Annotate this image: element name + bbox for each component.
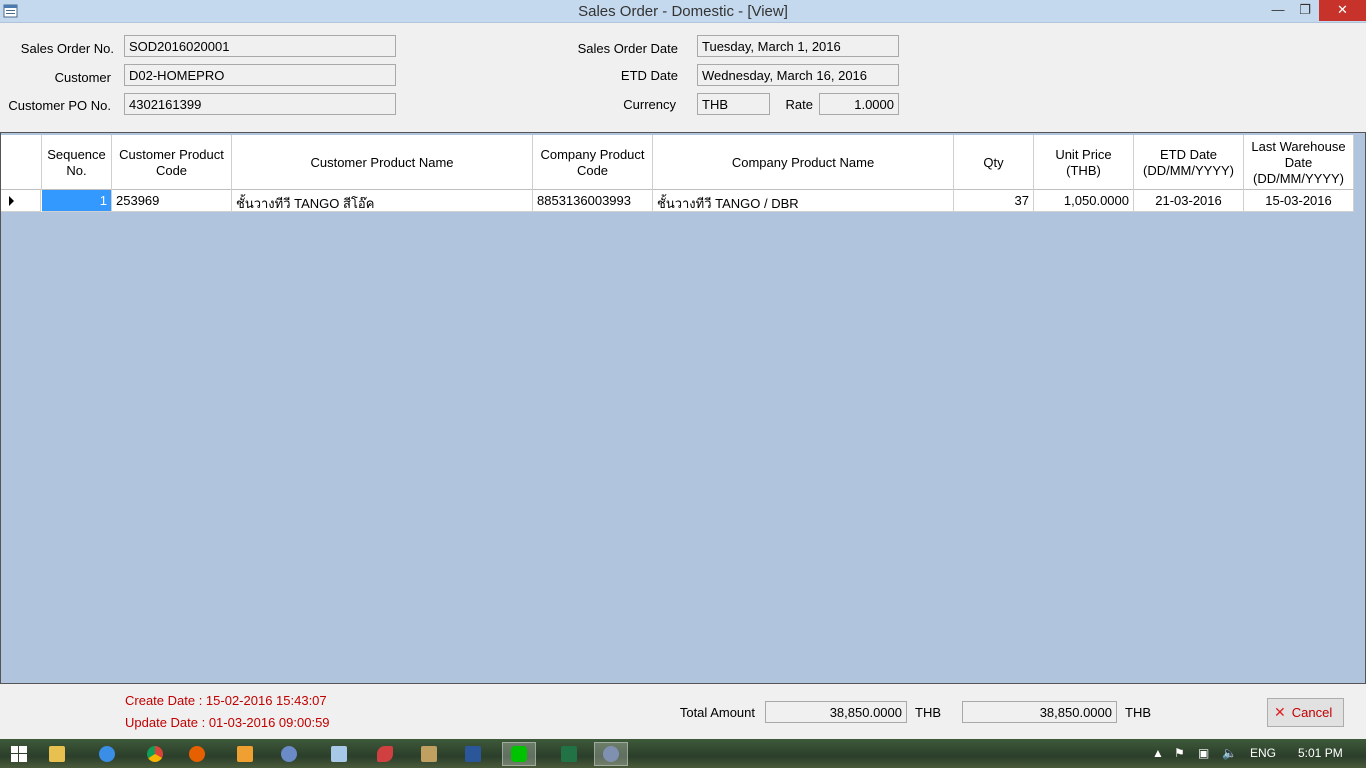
sales-order-no-label: Sales Order No.	[20, 41, 114, 56]
column-header-customer-product-name[interactable]: Customer Product Name	[232, 135, 533, 190]
link-icon	[281, 746, 297, 762]
table-row[interactable]: 1 253969 ชั้นวางทีวี TANGO สีโอ๊ค 885313…	[1, 190, 1354, 212]
cancel-button[interactable]: ✕ Cancel	[1267, 698, 1344, 727]
total-currency-label: THB	[915, 705, 941, 720]
taskbar-line[interactable]	[502, 742, 536, 766]
order-header-form: Sales Order No. SOD2016020001 Customer D…	[0, 23, 1366, 132]
title-bar: Sales Order - Domestic - [View] — ❐ ✕	[0, 0, 1366, 23]
total-base-currency-label: THB	[1125, 705, 1151, 720]
column-header-qty[interactable]: Qty	[954, 135, 1034, 190]
update-date-text: Update Date : 01-03-2016 09:00:59	[125, 715, 330, 730]
network-icon[interactable]: ▣	[1198, 739, 1209, 768]
rate-field[interactable]: 1.0000	[819, 93, 899, 115]
cell-last-warehouse-date[interactable]: 15-03-2016	[1244, 190, 1354, 212]
customer-po-label: Customer PO No.	[8, 98, 111, 113]
etd-date-label: ETD Date	[620, 68, 678, 83]
taskbar-app-settings[interactable]	[412, 742, 446, 766]
show-hidden-icons-chevron-icon[interactable]: ▲	[1152, 739, 1164, 768]
order-lines-grid[interactable]: Sequence No. Customer Product Code Custo…	[0, 132, 1366, 684]
line-chat-icon	[511, 746, 527, 762]
rate-label: Rate	[785, 97, 813, 112]
cell-company-product-code[interactable]: 8853136003993	[533, 190, 653, 212]
column-header-last-warehouse-date[interactable]: Last Warehouse Date (DD/MM/YYYY)	[1244, 135, 1354, 190]
minimize-button[interactable]: —	[1265, 0, 1291, 21]
folder-icon	[49, 746, 65, 762]
cell-unit-price[interactable]: 1,050.0000	[1034, 190, 1134, 212]
form-footer: Create Date : 15-02-2016 15:43:07 Update…	[0, 684, 1366, 739]
current-row-arrow-icon	[9, 196, 14, 206]
taskbar-file-explorer[interactable]	[40, 742, 74, 766]
chrome-icon	[147, 746, 163, 762]
row-header-corner	[1, 135, 42, 190]
cancel-button-label: Cancel	[1291, 705, 1333, 720]
column-header-company-product-code[interactable]: Company Product Code	[533, 135, 653, 190]
currency-field[interactable]: THB	[697, 93, 770, 115]
taskbar-sales-app[interactable]	[594, 742, 628, 766]
currency-label: Currency	[623, 97, 676, 112]
cancel-x-icon: ✕	[1274, 704, 1286, 720]
customer-po-field[interactable]: 4302161399	[124, 93, 396, 115]
taskbar-app-link[interactable]	[272, 742, 306, 766]
taskbar-clock[interactable]: 5:01 PM	[1298, 739, 1343, 768]
taskbar-notepad[interactable]	[322, 742, 356, 766]
column-header-company-product-name[interactable]: Company Product Name	[653, 135, 954, 190]
taskbar-firefox[interactable]	[180, 742, 214, 766]
taskbar-app-tool[interactable]	[368, 742, 402, 766]
cell-etd-date[interactable]: 21-03-2016	[1134, 190, 1244, 212]
total-amount-label: Total Amount	[679, 705, 755, 720]
input-language[interactable]: ENG	[1250, 739, 1276, 768]
taskbar-internet-explorer[interactable]	[90, 742, 124, 766]
cell-qty[interactable]: 37	[954, 190, 1034, 212]
cell-customer-product-code[interactable]: 253969	[112, 190, 232, 212]
cell-company-product-name[interactable]: ชั้นวางทีวี TANGO / DBR	[653, 190, 954, 212]
tool-icon	[377, 746, 393, 762]
windows-logo-icon	[11, 746, 27, 762]
sales-order-date-label: Sales Order Date	[577, 41, 678, 56]
outlook-icon	[237, 746, 253, 762]
etd-date-field[interactable]: Wednesday, March 16, 2016	[697, 64, 899, 86]
volume-icon[interactable]: 🔈	[1222, 739, 1237, 768]
flag-icon[interactable]: ⚑	[1174, 739, 1185, 768]
column-header-etd-date[interactable]: ETD Date (DD/MM/YYYY)	[1134, 135, 1244, 190]
taskbar-chrome[interactable]	[138, 742, 172, 766]
start-button[interactable]	[2, 742, 36, 766]
sales-order-date-field[interactable]: Tuesday, March 1, 2016	[697, 35, 899, 57]
close-button[interactable]: ✕	[1319, 0, 1366, 21]
customer-field[interactable]: D02-HOMEPRO	[124, 64, 396, 86]
word-icon	[465, 746, 481, 762]
create-date-text: Create Date : 15-02-2016 15:43:07	[125, 693, 327, 708]
column-header-customer-product-code[interactable]: Customer Product Code	[112, 135, 232, 190]
row-selector[interactable]	[1, 190, 41, 212]
firefox-icon	[189, 746, 205, 762]
excel-icon	[561, 746, 577, 762]
total-amount-field[interactable]: 38,850.0000	[765, 701, 907, 723]
sales-app-icon	[603, 746, 619, 762]
column-header-unit-price[interactable]: Unit Price (THB)	[1034, 135, 1134, 190]
window-title: Sales Order - Domestic - [View]	[578, 3, 788, 20]
cell-customer-product-name[interactable]: ชั้นวางทีวี TANGO สีโอ๊ค	[232, 190, 533, 212]
total-amount-base-field[interactable]: 38,850.0000	[962, 701, 1117, 723]
sales-order-no-field[interactable]: SOD2016020001	[124, 35, 396, 57]
customer-label: Customer	[54, 70, 111, 85]
grid-header: Sequence No. Customer Product Code Custo…	[1, 135, 1354, 190]
windows-taskbar: ▲ ⚑ ▣ 🔈 ENG 5:01 PM	[0, 739, 1366, 768]
taskbar-word[interactable]	[456, 742, 490, 766]
taskbar-excel[interactable]	[552, 742, 586, 766]
ie-icon	[99, 746, 115, 762]
notepad-icon	[331, 746, 347, 762]
column-header-sequence[interactable]: Sequence No.	[42, 135, 112, 190]
cell-sequence[interactable]: 1	[42, 190, 112, 212]
taskbar-outlook[interactable]	[228, 742, 262, 766]
restore-button[interactable]: ❐	[1291, 0, 1319, 21]
wrench-icon	[421, 746, 437, 762]
